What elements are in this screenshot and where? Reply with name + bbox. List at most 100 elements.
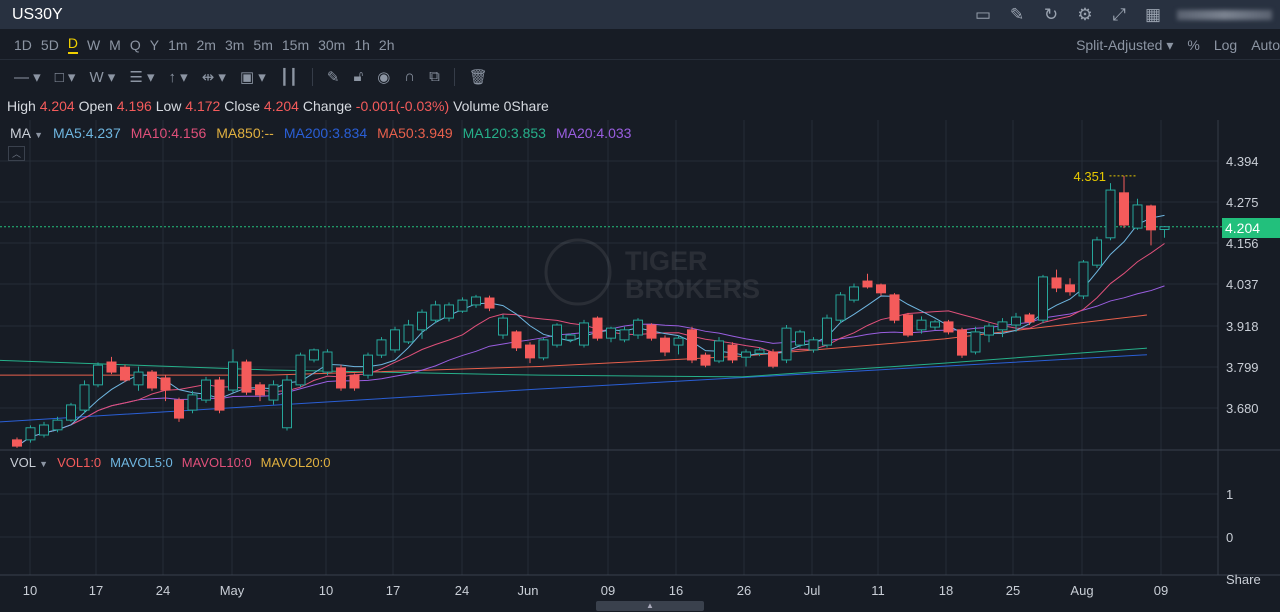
candle-body	[1065, 284, 1075, 293]
ma-indicator-dropdown[interactable]: MA ▼	[10, 125, 43, 141]
ma10-line	[16, 243, 1165, 447]
vol-tick-label: 1	[1226, 487, 1233, 502]
candle	[862, 273, 873, 289]
date-tick-label: 10	[319, 583, 333, 598]
candle-body	[174, 399, 184, 419]
candle-body	[876, 284, 886, 294]
candle-body	[781, 327, 792, 361]
date-tick-label: Jul	[804, 583, 821, 598]
candle-body	[714, 340, 724, 362]
candle-body	[1159, 226, 1170, 231]
candle	[484, 295, 495, 312]
price-chart[interactable]: TIGERBROKERS 4.394 4.275 4.156 4.037 3.918 3.7…	[0, 0, 1280, 612]
ma_legend-legend-item: MA20:4.033	[555, 125, 632, 141]
date-tick-label: 24	[455, 583, 469, 598]
candle	[1038, 274, 1048, 324]
candle	[822, 314, 832, 348]
candle-body	[795, 331, 805, 346]
candle	[673, 335, 684, 355]
candle	[781, 325, 792, 364]
candle-body	[417, 311, 427, 331]
candle-body	[687, 329, 697, 361]
candle	[309, 348, 319, 363]
candle	[349, 373, 360, 391]
candle-body	[1011, 316, 1021, 326]
candle-body	[79, 384, 90, 411]
price-tick-label: 3.918	[1226, 319, 1259, 334]
candle	[511, 330, 522, 351]
candle	[579, 319, 589, 348]
date-tick-label: 18	[939, 583, 953, 598]
vol-indicator-dropdown[interactable]: VOL ▼	[10, 455, 48, 470]
candle	[619, 326, 630, 343]
date-tick-label: 09	[1154, 583, 1168, 598]
candle	[471, 294, 481, 308]
candle-body	[552, 324, 562, 346]
candle	[174, 397, 184, 422]
candle-body	[930, 321, 940, 328]
candle-body	[430, 304, 441, 321]
candle	[255, 382, 265, 402]
candle-body	[1146, 205, 1156, 231]
candle-body	[66, 404, 76, 421]
candle-body	[93, 364, 103, 386]
date-tick-label: 24	[156, 583, 170, 598]
vol-legend: VOL ▼ VOL1:0 MAVOL5:0 MAVOL10:0 MAVOL20:0	[10, 455, 331, 470]
candle	[295, 352, 306, 388]
watermark-icon	[544, 238, 612, 306]
price-tick-label: 4.037	[1226, 277, 1259, 292]
candle	[160, 375, 171, 402]
candle-body	[1092, 239, 1102, 266]
candle-body	[160, 377, 171, 391]
candle-body	[889, 294, 900, 321]
candle-body	[309, 349, 319, 361]
candle	[1092, 236, 1102, 268]
candle	[1119, 175, 1129, 229]
candle	[79, 380, 90, 414]
watermark-text: BROKERS	[625, 274, 760, 304]
candle	[687, 326, 697, 364]
candle-body	[444, 304, 454, 319]
collapse-legend-button[interactable]: ︿	[8, 146, 25, 161]
candle-body	[390, 329, 400, 351]
last-price-tag: 4.204	[1222, 218, 1280, 238]
time-scrollbar[interactable]: ▲	[596, 601, 704, 611]
vol_legend-legend-item: MAVOL10:0	[181, 455, 252, 470]
vol_legend-legend-item: MAVOL5:0	[110, 455, 173, 470]
candle-body	[822, 317, 832, 346]
vol-unit-label: Share	[1226, 572, 1261, 587]
candle	[997, 318, 1008, 338]
candle-body	[1051, 277, 1062, 289]
high-marker-label: 4.351	[1074, 169, 1107, 184]
candle-body	[457, 299, 468, 312]
candle	[700, 352, 711, 368]
candle	[903, 312, 913, 338]
candle	[741, 349, 751, 367]
candle	[943, 319, 954, 335]
candle	[714, 337, 724, 364]
candle-body	[903, 314, 913, 336]
candle-body	[1038, 276, 1048, 321]
candle	[1146, 204, 1156, 246]
candle	[970, 326, 981, 355]
date-tick-label: May	[220, 583, 245, 598]
candle	[835, 292, 846, 324]
candle-body	[25, 427, 36, 441]
candle	[538, 338, 549, 361]
candle	[1065, 278, 1075, 296]
candle-body	[727, 344, 738, 361]
candle	[93, 362, 103, 388]
candle-body	[268, 384, 279, 401]
candle-body	[835, 294, 846, 321]
candle-body	[943, 321, 954, 333]
candle	[214, 376, 225, 414]
candle-body	[120, 366, 130, 381]
candle	[1051, 269, 1062, 293]
candle-body	[984, 325, 994, 336]
candle-body	[471, 296, 481, 306]
candle-body	[768, 351, 778, 367]
candle	[957, 327, 967, 358]
candle	[417, 309, 427, 339]
candle-body	[849, 286, 859, 301]
candle	[1105, 183, 1116, 241]
